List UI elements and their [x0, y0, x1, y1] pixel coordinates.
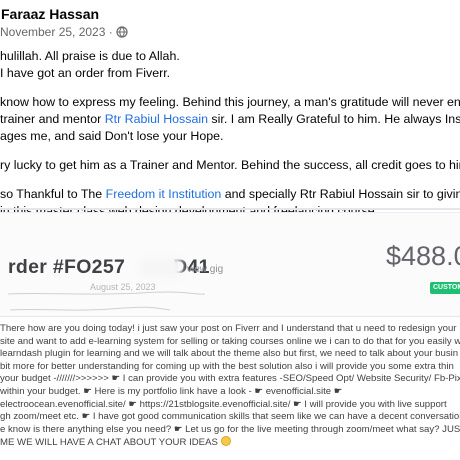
order-number-prefix: rder #FO257 — [8, 256, 126, 278]
order-price: $488.0 — [386, 241, 460, 271]
redaction-scribble — [7, 291, 206, 311]
message-line: within your budget. ☛ Here is my portfol… — [0, 385, 343, 397]
post-text-span: trainer and mentor — [0, 112, 105, 126]
smiley-emoji-icon — [220, 436, 231, 447]
post-text-line: ages me, and said Don't lose your Hope. — [0, 128, 460, 145]
post-date[interactable]: November 25, 2023 · — [0, 25, 113, 39]
post-text-line: I have got an order from Fiverr. — [0, 65, 460, 82]
message-line: site and want to add e-learning system f… — [0, 335, 460, 347]
mention-link[interactable]: Freedom it Institution — [106, 187, 222, 201]
post-header: Faraaz Hassan November 25, 2023 · — [0, 0, 460, 44]
post-text-line: so Thankful to The Freedom it Institutio… — [0, 186, 460, 203]
order-screenshot-image[interactable]: rder #FO257 D41 view gig August 25, 2023 … — [0, 212, 460, 460]
post-text-line: know how to express my feeling. Behind t… — [0, 94, 460, 111]
message-line: learndash plugin for learning and we wil… — [0, 348, 459, 360]
post-text-span: ages me, and said Don't lose your Hope. — [0, 129, 224, 143]
order-status-badge: CUSTOM — [430, 282, 460, 294]
message-line: your budget -///////>>>>>> ☛ I can provi… — [0, 373, 460, 385]
post-text: hulillah. All praise is due to Allah. I h… — [0, 48, 460, 220]
message-line: electroocean.evenofficial.site/ ☛ https:… — [0, 398, 447, 410]
message-line: gh zoom/meet etc. ☛ I have got good comm… — [0, 411, 460, 423]
post-author-name[interactable]: Faraaz Hassan — [1, 6, 99, 22]
buyer-message-text: There how are you doing today! i just sa… — [0, 323, 460, 450]
view-gig-link: view gig — [187, 264, 224, 275]
post-text-span: and specially Rtr Rabiul Hossain sir to … — [221, 187, 460, 201]
post-text-line: trainer and mentor Rtr Rabiul Hossain si… — [0, 111, 460, 128]
post-text-span: so Thankful to The — [0, 187, 106, 201]
post-text-line: ry lucky to get him as a Trainer and Men… — [0, 157, 460, 174]
post-meta: November 25, 2023 · — [0, 25, 128, 39]
mention-link[interactable]: Rtr Rabiul Hossain — [105, 112, 208, 126]
globe-icon[interactable] — [116, 26, 128, 38]
message-line: e know is there anything else you need? … — [0, 423, 460, 435]
post-text-span: hulillah. All praise is due to Allah. — [0, 49, 180, 63]
post-text-span: ry lucky to get him as a Trainer and Men… — [0, 158, 460, 172]
message-line: ME WE WILL HAVE A CHAT ABOUT YOUR IDEAS — [0, 436, 460, 450]
post-text-span: I have got an order from Fiverr. — [0, 66, 171, 80]
message-line: There how are you doing today! i just sa… — [0, 323, 457, 334]
post-text-line: hulillah. All praise is due to Allah. — [0, 48, 460, 65]
buyer-message-card: There how are you doing today! i just sa… — [0, 316, 460, 460]
message-line: bit more for better understanding for co… — [0, 360, 454, 372]
post-text-span: know how to express my feeling. Behind t… — [0, 95, 460, 109]
post-text-span: sir. I am Really Grateful to him. He alw… — [207, 112, 460, 126]
post-divider — [0, 208, 460, 210]
screenshot-top-border — [0, 212, 460, 213]
redacted-order-digits — [140, 258, 182, 278]
